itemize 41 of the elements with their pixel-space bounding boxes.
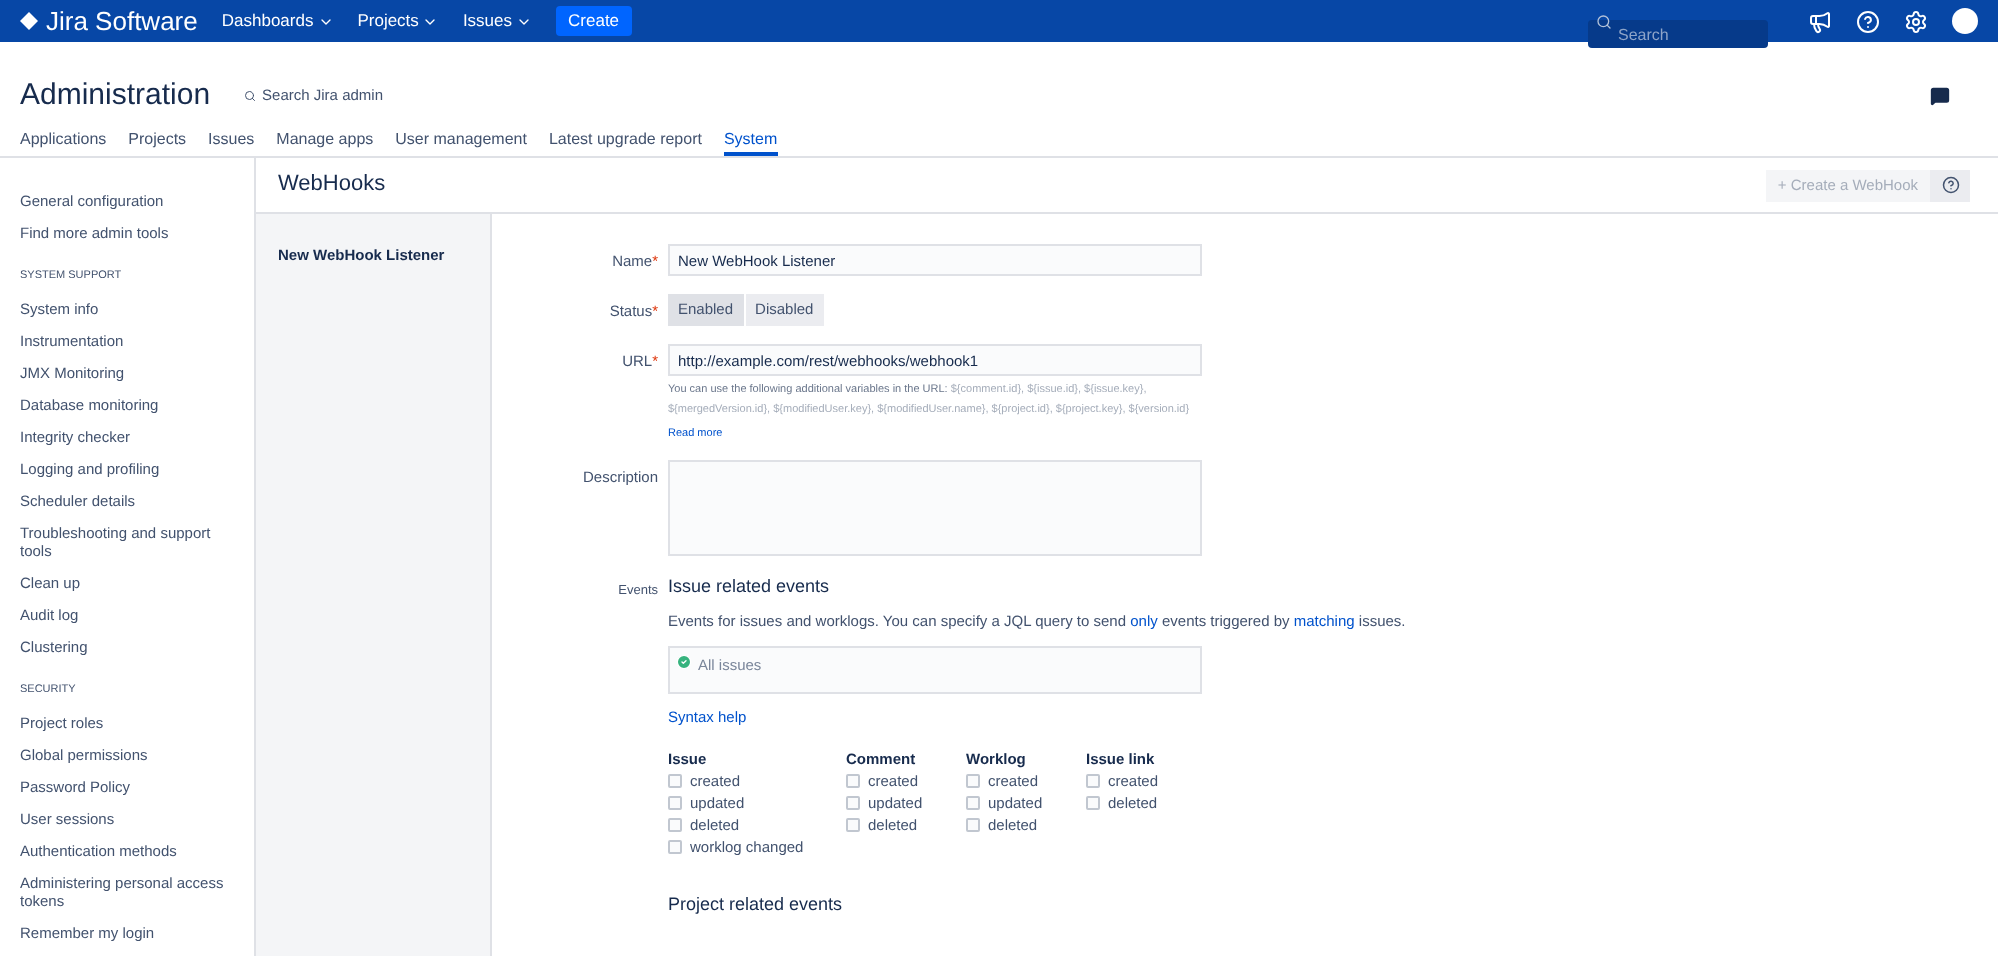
admin-tab[interactable]: Manage apps xyxy=(276,126,374,156)
check-circle-icon xyxy=(676,654,692,670)
help-icon[interactable] xyxy=(1856,9,1880,33)
admin-tab[interactable]: Applications xyxy=(20,126,107,156)
create-button[interactable]: Create xyxy=(556,6,632,36)
megaphone-icon[interactable] xyxy=(1808,9,1832,33)
feedback-icon[interactable] xyxy=(1930,86,1950,106)
avatar-icon[interactable] xyxy=(1952,8,1978,34)
admin-tab[interactable]: Issues xyxy=(208,126,255,156)
admin-tab[interactable]: Projects xyxy=(128,126,187,156)
admin-tab[interactable]: System xyxy=(723,126,778,156)
checkbox[interactable] xyxy=(846,796,860,811)
checkbox[interactable] xyxy=(1086,796,1100,811)
admin-tab[interactable]: Latest upgrade report xyxy=(548,126,702,156)
page-title: Administration xyxy=(20,75,211,116)
search-icon xyxy=(244,90,257,102)
events-heading: Project related events xyxy=(668,892,845,919)
checkbox[interactable] xyxy=(966,818,980,833)
nav-menu[interactable]: Projects xyxy=(357,8,439,34)
events-heading: Issue related events xyxy=(668,574,832,601)
product-logo-text[interactable]: Jira Software xyxy=(46,8,198,34)
checkbox[interactable] xyxy=(668,774,682,789)
checkbox[interactable] xyxy=(966,796,980,811)
section-title: WebHooks xyxy=(278,170,386,201)
admin-tab[interactable]: User management xyxy=(395,126,527,156)
checkbox[interactable] xyxy=(668,818,682,833)
checkbox[interactable] xyxy=(1086,774,1100,789)
help-icon xyxy=(1941,176,1959,194)
help-button[interactable] xyxy=(1930,169,1970,201)
search-field[interactable]: Search xyxy=(1588,20,1768,48)
search-icon xyxy=(1596,13,1612,29)
description-textarea[interactable] xyxy=(668,460,1202,557)
nav-menu[interactable]: Dashboards xyxy=(221,8,334,34)
checkbox[interactable] xyxy=(966,774,980,789)
checkbox[interactable] xyxy=(846,774,860,789)
diamond-logo-icon xyxy=(20,12,38,30)
settings-icon[interactable] xyxy=(1904,9,1928,33)
checkbox[interactable] xyxy=(668,840,682,855)
nav-menu[interactable]: Issues xyxy=(462,8,533,34)
checkbox[interactable] xyxy=(846,818,860,833)
checkbox[interactable] xyxy=(668,796,682,811)
